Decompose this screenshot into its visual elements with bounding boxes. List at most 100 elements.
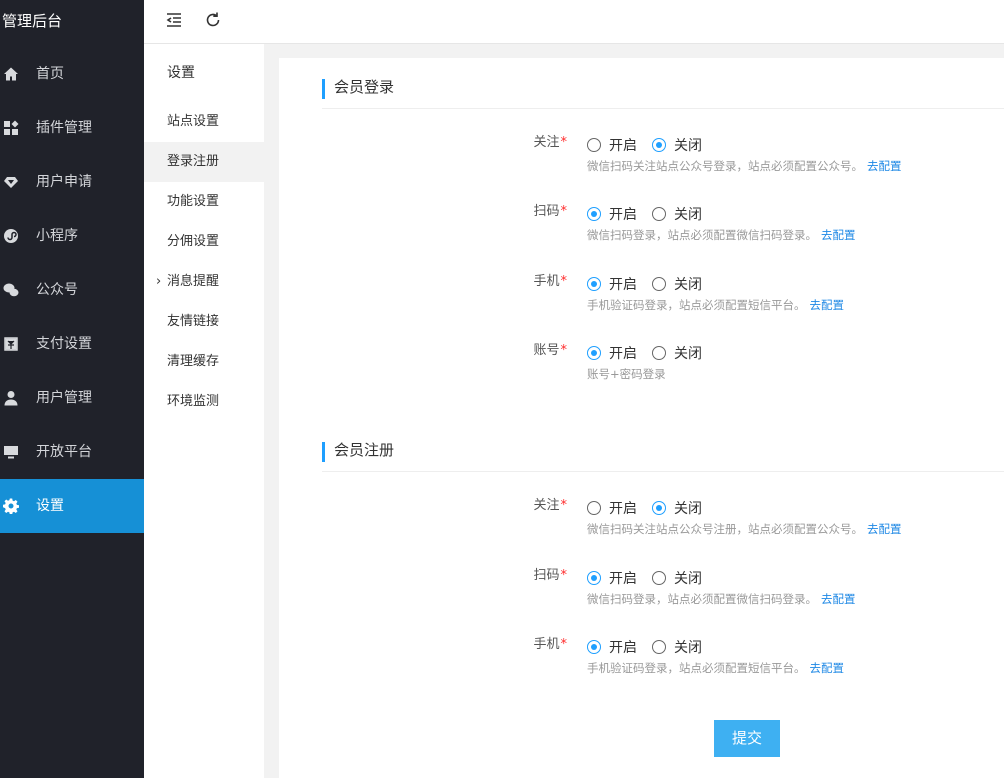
nav-label: 公众号: [36, 282, 78, 298]
radio-off[interactable]: 关闭: [652, 498, 702, 518]
submenu-item-clear-cache[interactable]: 清理缓存: [144, 342, 264, 382]
collapse-menu-button[interactable]: [163, 9, 185, 31]
nav-item-settings[interactable]: 设置: [0, 479, 144, 533]
submenu-label: 登录注册: [167, 154, 220, 169]
wechat-icon: [2, 263, 20, 317]
radio-circle-icon: [652, 277, 666, 291]
submenu-label: 分佣设置: [167, 234, 220, 249]
field-hint: 账号+密码登录: [587, 367, 666, 381]
radio-on[interactable]: 开启: [587, 568, 637, 588]
field-label: 关注*: [533, 135, 567, 150]
radio-circle-icon: [587, 138, 601, 152]
radio-off[interactable]: 关闭: [652, 637, 702, 657]
nav-label: 支付设置: [36, 336, 92, 352]
submenu-item-env-check[interactable]: 环境监测: [144, 382, 264, 422]
submenu-label: 功能设置: [167, 194, 220, 209]
radio-on[interactable]: 开启: [587, 343, 637, 363]
user-icon: [2, 371, 20, 425]
nav-item-mini-program[interactable]: 小程序: [0, 209, 144, 263]
field-label: 扫码*: [533, 568, 567, 583]
submenu-label: 站点设置: [167, 114, 220, 129]
diamond-icon: [2, 155, 20, 209]
radio-circle-icon: [587, 501, 601, 515]
field-label: 手机*: [533, 637, 567, 652]
radio-on[interactable]: 开启: [587, 274, 637, 294]
submenu-item-features[interactable]: 功能设置: [144, 182, 264, 222]
divider: [322, 108, 1004, 109]
divider: [322, 471, 1004, 472]
submenu-label: 消息提醒: [167, 274, 220, 289]
configure-link[interactable]: 去配置: [867, 522, 902, 536]
refresh-button[interactable]: [202, 9, 224, 31]
login-section-title: 会员登录: [322, 79, 394, 99]
radio-circle-icon: [652, 640, 666, 654]
nav-label: 设置: [36, 498, 64, 514]
submenu-item-site[interactable]: 站点设置: [144, 102, 264, 142]
nav-item-open-platform[interactable]: 开放平台: [0, 425, 144, 479]
nav-item-plugins[interactable]: 插件管理: [0, 101, 144, 155]
radio-circle-icon: [652, 501, 666, 515]
monitor-icon: [2, 425, 20, 479]
register-section-title: 会员注册: [322, 442, 394, 462]
radio-on[interactable]: 开启: [587, 204, 637, 224]
radio-on[interactable]: 开启: [587, 498, 637, 518]
chevron-right-icon: ›: [156, 274, 162, 289]
field-hint: 手机验证码登录，站点必须配置短信平台。 去配置: [587, 298, 845, 312]
submenu-item-login-register[interactable]: 登录注册: [144, 142, 264, 182]
submenu-item-notifications[interactable]: › 消息提醒: [144, 262, 264, 302]
nav-label: 首页: [36, 66, 64, 82]
configure-link[interactable]: 去配置: [867, 159, 902, 173]
payment-icon: [2, 317, 20, 371]
field-hint: 手机验证码登录，站点必须配置短信平台。 去配置: [587, 661, 845, 675]
submenu-item-commission[interactable]: 分佣设置: [144, 222, 264, 262]
submenu-label: 环境监测: [167, 394, 220, 409]
radio-off[interactable]: 关闭: [652, 568, 702, 588]
submenu-item-friend-links[interactable]: 友情链接: [144, 302, 264, 342]
radio-circle-icon: [652, 138, 666, 152]
nav-label: 用户申请: [36, 174, 92, 190]
submit-button[interactable]: 提交: [714, 720, 780, 757]
submenu-label: 友情链接: [167, 314, 220, 329]
radio-circle-icon: [652, 346, 666, 360]
radio-off[interactable]: 关闭: [652, 135, 702, 155]
sidebar: 管理后台 首页 插件管理 用户申请 小程序 公众号 支付设置 用户管理 开放平台…: [0, 0, 144, 778]
field-label: 扫码*: [533, 204, 567, 219]
nav-item-user-apply[interactable]: 用户申请: [0, 155, 144, 209]
field-hint: 微信扫码关注站点公众号注册，站点必须配置公众号。 去配置: [587, 522, 902, 536]
radio-circle-icon: [587, 346, 601, 360]
configure-link[interactable]: 去配置: [821, 592, 856, 606]
configure-link[interactable]: 去配置: [810, 661, 845, 675]
nav-label: 插件管理: [36, 120, 92, 136]
radio-circle-icon: [587, 277, 601, 291]
mini-program-icon: [2, 209, 20, 263]
field-label: 账号*: [533, 343, 567, 358]
settings-form: 会员登录 关注* 开启 关闭 微信扫码关注站点公众号登录，站点必须配置公众号。去…: [279, 58, 1004, 778]
field-hint: 微信扫码登录，站点必须配置微信扫码登录。 去配置: [587, 228, 856, 242]
nav-item-official-account[interactable]: 公众号: [0, 263, 144, 317]
configure-link[interactable]: 去配置: [810, 298, 845, 312]
nav-label: 小程序: [36, 228, 78, 244]
settings-submenu: 设置 站点设置 登录注册 功能设置 分佣设置 › 消息提醒 友情链接 清理缓存 …: [144, 44, 264, 778]
refresh-icon: [206, 12, 220, 27]
radio-group: 开启 关闭: [587, 274, 717, 294]
radio-on[interactable]: 开启: [587, 135, 637, 155]
radio-group: 开启 关闭: [587, 568, 717, 588]
configure-link[interactable]: 去配置: [821, 228, 856, 242]
radio-group: 开启 关闭: [587, 204, 717, 224]
radio-off[interactable]: 关闭: [652, 343, 702, 363]
radio-circle-icon: [587, 207, 601, 221]
nav-item-payment[interactable]: 支付设置: [0, 317, 144, 371]
submenu-label: 清理缓存: [167, 354, 220, 369]
nav-label: 开放平台: [36, 444, 92, 460]
top-bar: [144, 0, 1004, 44]
nav-item-user-manage[interactable]: 用户管理: [0, 371, 144, 425]
indent-icon: [166, 13, 181, 27]
plugin-icon: [2, 101, 20, 155]
home-icon: [2, 47, 20, 101]
radio-on[interactable]: 开启: [587, 637, 637, 657]
field-hint: 微信扫码关注站点公众号登录，站点必须配置公众号。 去配置: [587, 159, 902, 173]
radio-off[interactable]: 关闭: [652, 274, 702, 294]
nav-item-home[interactable]: 首页: [0, 47, 144, 101]
radio-circle-icon: [587, 640, 601, 654]
radio-off[interactable]: 关闭: [652, 204, 702, 224]
